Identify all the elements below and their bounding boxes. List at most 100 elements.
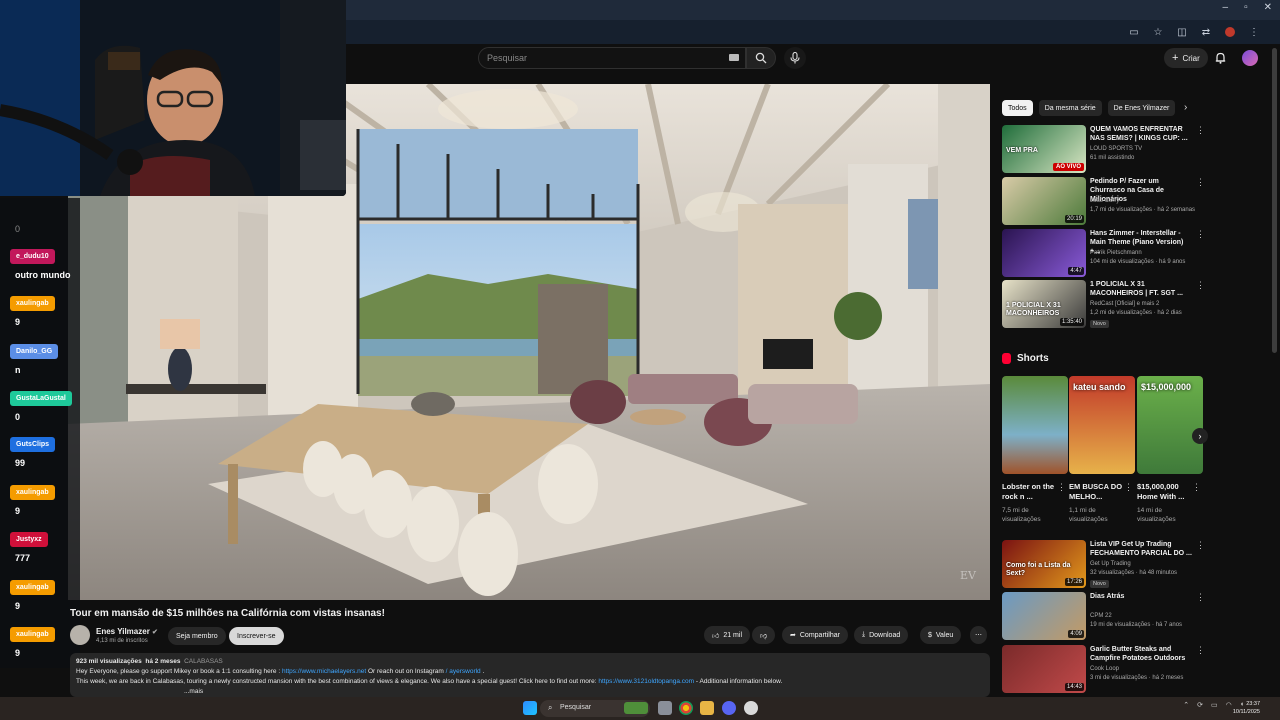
channel-name[interactable]: LOUD SPORTS TV	[1090, 146, 1142, 152]
taskbar-clock[interactable]: 23:37 10/11/2025	[1233, 700, 1260, 716]
chip-from-channel[interactable]: De Enes Yilmazer	[1107, 100, 1176, 116]
channel-name[interactable]: Patrik Pietschmann	[1090, 250, 1142, 256]
video-thumbnail[interactable]: VEM PRA AO VIVO	[1002, 125, 1086, 173]
more-options-icon[interactable]: ⋮	[1124, 482, 1133, 493]
recommended-video[interactable]: 1 POLICIAL X 31 MACONHEIROS 1:35:40 1 POLI…	[1002, 280, 1205, 328]
close-button[interactable]: ✕	[1264, 2, 1272, 13]
chat-username[interactable]: xaulingab	[10, 485, 55, 500]
video-thumbnail[interactable]: Como foi a Lista da Sext? 17:26	[1002, 540, 1086, 588]
video-thumbnail[interactable]: 20:19	[1002, 177, 1086, 225]
chat-username[interactable]: xaulingab	[10, 296, 55, 311]
search-button[interactable]	[746, 47, 776, 69]
cast-icon[interactable]: ▭	[1128, 26, 1140, 38]
subscribe-button[interactable]: Inscrever-se	[229, 627, 284, 645]
page-scrollbar[interactable]	[1272, 48, 1277, 353]
more-options-icon[interactable]: ⋮	[1057, 482, 1066, 493]
obs-icon[interactable]	[744, 701, 758, 715]
task-view-icon[interactable]	[658, 701, 672, 715]
channel-name[interactable]: Get Up Trading	[1090, 561, 1131, 567]
video-thumbnail[interactable]: 1 POLICIAL X 31 MACONHEIROS 1:35:40	[1002, 280, 1086, 328]
taskbar-search[interactable]: ⌕ Pesquisar	[540, 700, 650, 717]
channel-name[interactable]: CPM 22	[1090, 613, 1112, 619]
channel-avatar[interactable]	[70, 625, 90, 645]
sidebar-icon[interactable]: ⇄	[1200, 26, 1212, 38]
more-options-icon[interactable]: ⋮	[1192, 482, 1201, 493]
video-thumbnail[interactable]: 4:47	[1002, 229, 1086, 277]
video-title[interactable]: Lista VIP Get Up Trading FECHAMENTO PARC…	[1090, 540, 1194, 558]
short-thumbnail[interactable]: $15,000,000	[1137, 376, 1203, 474]
short-title[interactable]: Lobster on the rock n ...	[1002, 482, 1058, 502]
recommended-video[interactable]: VEM PRA AO VIVO QUEM VAMOS ENFRENTAR NAS S…	[1002, 125, 1205, 173]
video-title[interactable]: QUEM VAMOS ENFRENTAR NAS SEMIS? | KINGS …	[1090, 125, 1194, 143]
windows-start-icon[interactable]	[523, 701, 537, 715]
description-more[interactable]: ...mais	[76, 687, 984, 697]
tray-chevron-icon[interactable]: ⌃	[1183, 701, 1189, 709]
short-thumbnail[interactable]: kateu sando	[1069, 376, 1135, 474]
extensions-icon[interactable]: ◫	[1176, 26, 1188, 38]
profile-icon[interactable]	[1224, 26, 1236, 38]
recommended-video[interactable]: 20:19 Pedindo P/ Fazer um Churrasco na Ca…	[1002, 177, 1205, 225]
channel-name[interactable]: RedCast [Oficial] e mais 2	[1090, 301, 1159, 307]
chip-all[interactable]: Todos	[1002, 100, 1033, 116]
video-title[interactable]: 1 POLICIAL X 31 MACONHEIROS | FT. SGT ..…	[1090, 280, 1194, 298]
more-options-icon[interactable]: ⋮	[1196, 280, 1205, 291]
join-button[interactable]: Seja membro	[168, 627, 226, 645]
chat-username[interactable]: Danilo_GG	[10, 344, 59, 359]
chat-username[interactable]: Justyxz	[10, 532, 48, 547]
chrome-icon[interactable]	[679, 701, 693, 715]
chat-username[interactable]: e_dudu10	[10, 249, 55, 264]
more-options-icon[interactable]: ⋮	[1196, 645, 1205, 656]
download-button[interactable]: ⤓ Download	[854, 626, 909, 644]
description-link-listing[interactable]: https://www.3121oldtopanga.com	[598, 678, 694, 685]
shorts-next-chevron-icon[interactable]: ›	[1192, 428, 1208, 444]
more-options-icon[interactable]: ⋮	[1196, 540, 1205, 551]
recommended-video[interactable]: Como foi a Lista da Sext? 17:26 Lista VIP …	[1002, 540, 1205, 588]
account-avatar[interactable]	[1242, 50, 1258, 66]
recommended-video[interactable]: 4:47 Hans Zimmer - Interstellar - Main Th…	[1002, 229, 1205, 277]
voice-search-button[interactable]	[784, 47, 806, 69]
short-video[interactable]: kateu sando EM BUSCA DO MELHO... 1,1 mi de…	[1069, 376, 1135, 524]
like-button[interactable]: 👍︎ 21 mil	[704, 626, 751, 644]
thanks-button[interactable]: $ Valeu	[920, 626, 962, 644]
share-button[interactable]: ➦ Compartilhar	[782, 626, 848, 644]
chat-username[interactable]: GustaLaGustal	[10, 391, 72, 406]
keyboard-icon[interactable]	[729, 54, 739, 61]
minimize-button[interactable]: –	[1223, 2, 1229, 13]
channel-name[interactable]: Enes Yilmazer ✔	[96, 627, 158, 636]
more-options-icon[interactable]: ⋮	[1196, 592, 1205, 603]
short-thumbnail[interactable]	[1002, 376, 1068, 474]
chat-username[interactable]: xaulingab	[10, 580, 55, 595]
more-options-icon[interactable]: ⋮	[1196, 125, 1205, 136]
short-video[interactable]: Lobster on the rock n ... 7,5 mi de visua…	[1002, 376, 1068, 524]
discord-icon[interactable]	[722, 701, 736, 715]
bookmark-star-icon[interactable]: ☆	[1152, 26, 1164, 38]
description-link-instagram[interactable]: / ayersworld	[446, 668, 481, 675]
recommended-video[interactable]: 4:09 Dias Atrás CPM 22 19 mi de visualizaçõ…	[1002, 592, 1205, 640]
channel-name[interactable]: Joao Curry	[1090, 198, 1119, 204]
notifications-button[interactable]	[1212, 50, 1228, 66]
description-box[interactable]: 923 mil visualizações há 2 meses CALABAS…	[70, 653, 990, 697]
create-button[interactable]: + Criar	[1164, 48, 1208, 68]
video-thumbnail[interactable]: 4:09	[1002, 592, 1086, 640]
recommended-video[interactable]: 14:43 Garlic Butter Steaks and Campfire P…	[1002, 645, 1205, 693]
maximize-button[interactable]: ▫	[1244, 2, 1248, 13]
more-options-icon[interactable]: ⋮	[1196, 177, 1205, 188]
chat-username[interactable]: GutsClips	[10, 437, 56, 452]
search-input[interactable]: Pesquisar	[478, 47, 746, 69]
video-thumbnail[interactable]: 14:43	[1002, 645, 1086, 693]
tray-sync-icon[interactable]: ⟳	[1197, 701, 1203, 709]
video-title[interactable]: Dias Atrás	[1090, 592, 1194, 601]
short-title[interactable]: $15,000,000 Home With ...	[1137, 482, 1193, 502]
tray-display-icon[interactable]: ▭	[1211, 701, 1218, 709]
chip-same-series[interactable]: Da mesma série	[1038, 100, 1102, 116]
dislike-button[interactable]: 👎︎	[752, 626, 776, 644]
more-options-icon[interactable]: ⋮	[1196, 229, 1205, 240]
short-video[interactable]: $15,000,000 $15,000,000 Home With ... 14 m…	[1137, 376, 1203, 524]
chat-username[interactable]: xaulingab	[10, 627, 55, 642]
description-link-website[interactable]: https://www.michaelayers.net	[282, 668, 366, 675]
tray-network-icon[interactable]: ◠	[1226, 701, 1232, 709]
short-title[interactable]: EM BUSCA DO MELHO...	[1069, 482, 1125, 502]
video-title[interactable]: Garlic Butter Steaks and Campfire Potato…	[1090, 645, 1194, 663]
channel-name[interactable]: Cook Loop	[1090, 666, 1119, 672]
chips-next-chevron-icon[interactable]: ›	[1184, 102, 1187, 113]
